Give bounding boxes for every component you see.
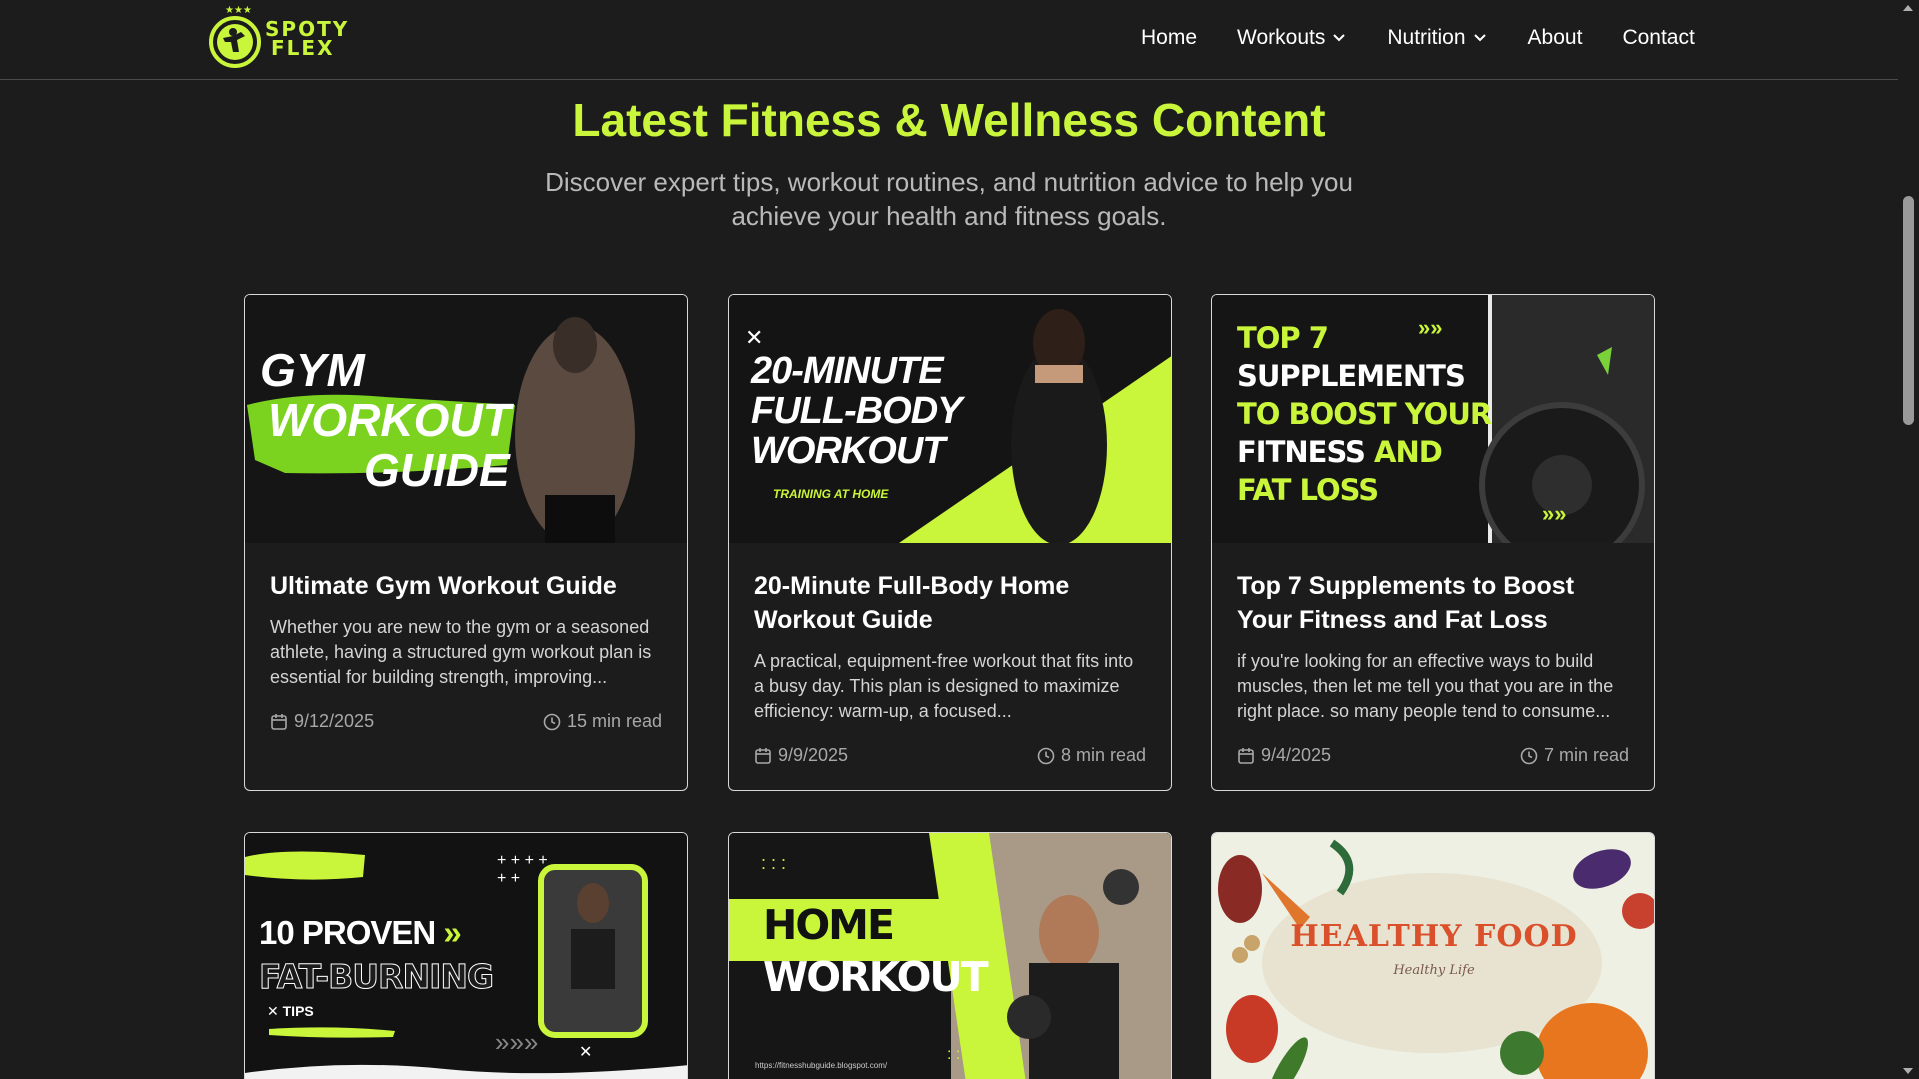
post-excerpt: if you're looking for an effective ways … bbox=[1237, 651, 1614, 721]
post-read-time: 7 min read bbox=[1520, 745, 1629, 766]
page-subtitle: Discover expert tips, workout routines, … bbox=[545, 167, 1353, 231]
svg-text:✕: ✕ bbox=[745, 325, 763, 350]
thumb-url: https://fitnesshubguide.blogspot.com/ bbox=[755, 1061, 888, 1070]
main-nav: Home Workouts Nutrition About Contact bbox=[1141, 26, 1695, 50]
clock-icon bbox=[1520, 747, 1538, 764]
post-title[interactable]: Ultimate Gym Workout Guide bbox=[270, 569, 662, 603]
svg-text:✕: ✕ bbox=[579, 1044, 592, 1061]
scroll-up-arrow[interactable] bbox=[1903, 5, 1913, 11]
svg-text:: : :: : : : bbox=[761, 853, 786, 873]
svg-text:+ + + +: + + + + bbox=[497, 852, 548, 869]
calendar-icon bbox=[1238, 747, 1254, 764]
post-thumbnail[interactable]: GYM WORKOUT GUIDE bbox=[245, 295, 687, 543]
post-title[interactable]: Top 7 Supplements to Boost Your Fitness … bbox=[1237, 569, 1629, 637]
nav-contact[interactable]: Contact bbox=[1622, 26, 1694, 50]
thumb-text: 10 PROVEN » FAT-BURNING bbox=[258, 914, 494, 997]
svg-text:»»»: »»» bbox=[495, 1027, 538, 1057]
post-thumbnail[interactable]: : : : : : : HOME WORKOUT https://fitness… bbox=[729, 833, 1171, 1079]
post-meta: 9/4/2025 7 min read bbox=[1237, 745, 1629, 766]
thumb-text: 20-MINUTE FULL-BODY WORKOUT bbox=[751, 350, 963, 472]
clock-icon bbox=[1037, 747, 1055, 764]
logo-wordmark: SPOTY FLEX bbox=[265, 17, 350, 60]
clock-icon bbox=[543, 713, 561, 730]
post-thumbnail[interactable]: ✕ 20-MINUTE FULL-BODY WORKOUT TRAINING A… bbox=[729, 295, 1171, 543]
post-read-time: 8 min read bbox=[1037, 745, 1146, 766]
svg-text:★★★: ★★★ bbox=[225, 5, 252, 16]
thumb-tag: TRAINING AT HOME bbox=[773, 487, 889, 501]
post-title[interactable]: 20-Minute Full-Body Home Workout Guide bbox=[754, 569, 1146, 637]
scroll-down-arrow[interactable] bbox=[1903, 1068, 1913, 1074]
calendar-icon bbox=[755, 747, 771, 764]
post-card[interactable]: + + + + + + »»» ✕ 10 PROVEN » FAT-BURNIN… bbox=[244, 832, 688, 1079]
nav-about-label: About bbox=[1527, 26, 1583, 49]
calendar-icon bbox=[271, 713, 287, 730]
thumb-subtext: Healthy Life bbox=[1393, 963, 1475, 978]
post-date: 9/4/2025 bbox=[1237, 745, 1331, 766]
post-read-time: 15 min read bbox=[543, 711, 662, 732]
nav-home-label: Home bbox=[1141, 26, 1198, 49]
thumb-text: GYM WORKOUT GUIDE bbox=[260, 344, 511, 496]
post-excerpt: Whether you are new to the gym or a seas… bbox=[270, 617, 652, 687]
post-card[interactable]: HEALTHY FOOD Healthy Life bbox=[1211, 832, 1655, 1079]
thumb-text: TOP 7 SUPPLEMENTS TO BOOST YOUR FITNESS … bbox=[1237, 321, 1492, 507]
scrollbar[interactable] bbox=[1898, 0, 1919, 1079]
site-logo[interactable]: ★★★ SPOTY FLEX bbox=[207, 2, 349, 68]
site-header: ★★★ SPOTY FLEX Home Workouts Nutrition A… bbox=[0, 0, 1898, 80]
nav-nutrition-label: Nutrition bbox=[1387, 26, 1466, 49]
post-card[interactable]: GYM WORKOUT GUIDE Ultimate Gym Workout G… bbox=[244, 294, 688, 791]
nav-nutrition[interactable]: Nutrition bbox=[1387, 26, 1486, 50]
post-thumbnail[interactable]: »» »» TOP 7 SUPPLEMENTS TO BOOST YOUR FI… bbox=[1212, 295, 1654, 543]
thumb-text: HEALTHY FOOD bbox=[1290, 919, 1578, 954]
thumb-text: HOME WORKOUT bbox=[763, 901, 989, 1001]
scrollbar-thumb[interactable] bbox=[1903, 196, 1914, 425]
post-card[interactable]: ✕ 20-MINUTE FULL-BODY WORKOUT TRAINING A… bbox=[728, 294, 1172, 791]
nav-workouts-label: Workouts bbox=[1237, 26, 1326, 49]
svg-text:»»: »» bbox=[1542, 501, 1566, 526]
logo-icon: ★★★ bbox=[207, 2, 263, 68]
post-meta: 9/12/2025 15 min read bbox=[270, 711, 662, 732]
nav-home[interactable]: Home bbox=[1141, 26, 1197, 50]
chevron-down-icon bbox=[1333, 34, 1346, 42]
post-thumbnail[interactable]: HEALTHY FOOD Healthy Life bbox=[1212, 833, 1654, 1079]
post-excerpt: A practical, equipment-free workout that… bbox=[754, 651, 1134, 721]
post-card[interactable]: : : : : : : HOME WORKOUT https://fitness… bbox=[728, 832, 1172, 1079]
thumb-tag: ✕ TIPS bbox=[267, 1003, 314, 1019]
post-thumbnail[interactable]: + + + + + + »»» ✕ 10 PROVEN » FAT-BURNIN… bbox=[245, 833, 687, 1079]
post-date: 9/9/2025 bbox=[754, 745, 848, 766]
svg-text:: : :: : : : bbox=[947, 1046, 969, 1063]
nav-workouts[interactable]: Workouts bbox=[1237, 26, 1346, 50]
nav-contact-label: Contact bbox=[1622, 26, 1695, 49]
nav-about[interactable]: About bbox=[1528, 26, 1583, 50]
post-meta: 9/9/2025 8 min read bbox=[754, 745, 1146, 766]
svg-text:+ +: + + bbox=[497, 870, 520, 887]
post-card[interactable]: »» »» TOP 7 SUPPLEMENTS TO BOOST YOUR FI… bbox=[1211, 294, 1655, 791]
page-title: Latest Fitness & Wellness Content bbox=[572, 94, 1326, 146]
post-date: 9/12/2025 bbox=[270, 711, 374, 732]
chevron-down-icon bbox=[1473, 34, 1486, 42]
